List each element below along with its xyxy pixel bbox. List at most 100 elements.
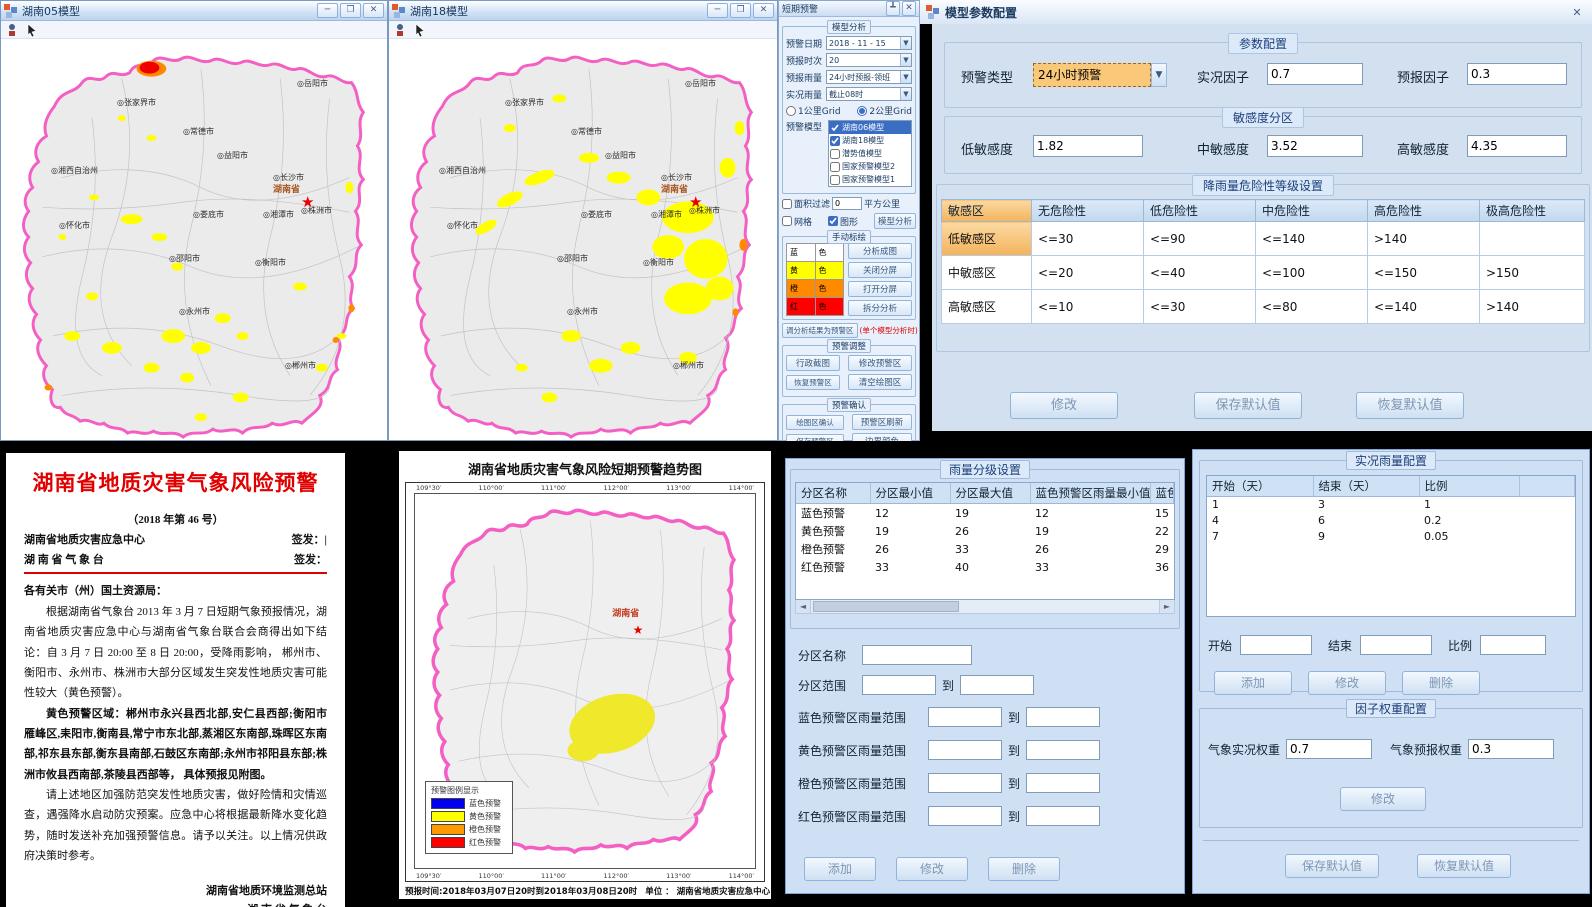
ratio-input[interactable] [1480,635,1546,655]
column-header[interactable]: 开始（天） [1207,476,1313,497]
add-button[interactable]: 添加 [1214,671,1292,695]
chevron-down-icon[interactable]: ▼ [900,37,911,49]
area-filter-input[interactable] [832,197,862,210]
table-row[interactable]: 131 [1207,497,1575,513]
select-tool-icon[interactable] [25,23,39,37]
yellow-range-from-input[interactable] [928,740,1002,760]
column-header[interactable]: 敏感区 [942,200,1032,222]
chevron-down-icon[interactable]: ▼ [900,88,911,100]
forecast-weight-input[interactable] [1468,739,1554,759]
close-icon[interactable]: ✕ [902,1,916,16]
save-defaults-button[interactable]: 保存默认值 [1285,854,1379,878]
horizontal-scrollbar[interactable]: ◄ ► [795,600,1175,614]
color-row[interactable]: 蓝色 [787,244,844,262]
modify-warning-area-button[interactable]: 修改预警区 [848,355,912,371]
orange-range-from-input[interactable] [928,773,1002,793]
model-item[interactable]: 湖南06模型 [829,121,911,134]
minimize-button[interactable]: ─ [707,3,728,18]
window-titlebar[interactable]: 湖南05模型 ─ ❐ ✕ [1,1,387,21]
actual-factor-input[interactable] [1267,63,1363,85]
table-row[interactable]: 红色预警33403336 [796,558,1174,576]
table-row[interactable]: 黄色预警19261922 [796,522,1174,540]
red-range-from-input[interactable] [928,806,1002,826]
trend-map-canvas[interactable]: 湖南省 ★ 预警图例显示 蓝色预警 黄色预警 橙色预警 红色预警 [414,493,756,869]
color-row[interactable]: 黄色 [787,262,844,280]
close-split-button[interactable]: 关闭分屏 [848,262,912,278]
model-item[interactable]: 潜势值模型 [829,147,911,160]
admin-clip-button[interactable]: 行政截图 [786,355,840,371]
modify-button[interactable]: 修改 [1340,787,1426,811]
open-split-button[interactable]: 打开分屏 [848,281,912,297]
low-sensitivity-input[interactable] [1033,135,1143,157]
warn-type-select[interactable]: 24小时预警 ▼ [1033,63,1167,87]
column-header[interactable]: 低危险性 [1144,200,1256,222]
model-item[interactable]: 国家预警模型1 [829,173,911,186]
column-header[interactable]: 蓝色预 [1150,483,1174,504]
pin-icon[interactable]: ┻ [886,1,900,16]
close-button[interactable]: ✕ [753,3,774,18]
blue-range-from-input[interactable] [928,707,1002,727]
red-range-to-input[interactable] [1026,806,1100,826]
result-to-warning-button[interactable]: 调分析结果为预警区 [782,323,858,338]
grid-checkbox[interactable]: 网格 [782,215,812,228]
map-canvas[interactable]: ◎张家界市◎岳阳市◎常德市◎益阳市◎湘西自治州◎长沙市◎湘潭市◎株洲市◎娄底市◎… [1,39,387,440]
zone-range-from-input[interactable] [862,675,936,695]
grid-2km-radio[interactable]: 2公里Grid [857,104,912,117]
split-analyze-button[interactable]: 拆分分析 [848,300,912,316]
dialog-titlebar[interactable]: 模型参数配置 ✕ [920,0,1592,24]
column-header[interactable] [1519,476,1575,497]
model-item[interactable]: 湖南18模型 [829,134,911,147]
column-header[interactable]: 无危险性 [1032,200,1144,222]
model-item[interactable]: 国家预警模型2 [829,160,911,173]
end-input[interactable] [1360,635,1432,655]
clear-draw-area-button[interactable]: 清空绘图区 [848,374,912,390]
column-header[interactable]: 蓝色预警区雨量最小值 [1030,483,1150,504]
restore-defaults-button[interactable]: 恢复默认值 [1356,392,1464,419]
column-header[interactable]: 结束（天） [1313,476,1419,497]
color-row[interactable]: 红色 [787,298,844,316]
forecast-factor-input[interactable] [1467,63,1567,85]
grid-1km-radio[interactable]: 1公里Grid [786,104,841,117]
column-header[interactable]: 分区名称 [796,483,870,504]
column-header[interactable]: 分区最小值 [870,483,950,504]
chevron-down-icon[interactable]: ▼ [1151,63,1167,87]
table-row[interactable]: 蓝色预警12191215 [796,504,1174,523]
zone-name-input[interactable] [862,645,972,665]
restore-warning-area-button[interactable]: 恢复预警区 [786,375,840,390]
model-analyze-button[interactable]: 模型分析 [874,213,916,229]
analyze-to-image-button[interactable]: 分析成图 [848,243,912,259]
delete-button[interactable]: 删除 [988,857,1060,881]
forecast-rain-select[interactable]: 24小时预报-领班▼ [826,70,912,84]
scrollbar-track[interactable] [811,600,1159,613]
high-sensitivity-input[interactable] [1467,135,1567,157]
save-defaults-button[interactable]: 保存默认值 [1194,392,1302,419]
add-button[interactable]: 添加 [804,857,876,881]
modify-button[interactable]: 修改 [896,857,968,881]
map-tool-icon[interactable] [393,23,407,37]
orange-range-to-input[interactable] [1026,773,1100,793]
forecast-time-select[interactable]: 20▼ [826,53,912,67]
close-icon[interactable]: ✕ [1568,6,1586,19]
table-row[interactable]: 790.05 [1207,529,1575,545]
chevron-down-icon[interactable]: ▼ [900,54,911,66]
scroll-left-icon[interactable]: ◄ [796,600,811,613]
column-header[interactable]: 极高危险性 [1480,200,1585,222]
table-row[interactable]: 高敏感区 <=10 <=30 <=80 <=140 >140 [942,290,1585,324]
chevron-down-icon[interactable]: ▼ [900,71,911,83]
column-header[interactable]: 分区最大值 [950,483,1030,504]
graph-checkbox[interactable]: 图形 [828,215,858,228]
modify-button[interactable]: 修改 [1308,671,1386,695]
color-row[interactable]: 橙色 [787,280,844,298]
actual-weight-input[interactable] [1286,739,1372,759]
refresh-warning-area-button[interactable]: 预警区刷新 [852,414,912,430]
start-input[interactable] [1240,635,1312,655]
map-canvas[interactable]: ◎张家界市◎岳阳市◎常德市◎益阳市◎湘西自治州◎长沙市◎湘潭市◎株洲市◎娄底市◎… [389,39,777,440]
row-header-cell[interactable]: 中敏感区 [942,256,1032,290]
zone-range-to-input[interactable] [960,675,1034,695]
close-button[interactable]: ✕ [363,3,384,18]
blue-range-to-input[interactable] [1026,707,1100,727]
panel-titlebar[interactable]: 短期预警 ┻ ✕ [779,1,919,17]
mid-sensitivity-input[interactable] [1267,135,1363,157]
minimize-button[interactable]: ─ [317,3,338,18]
yellow-range-to-input[interactable] [1026,740,1100,760]
